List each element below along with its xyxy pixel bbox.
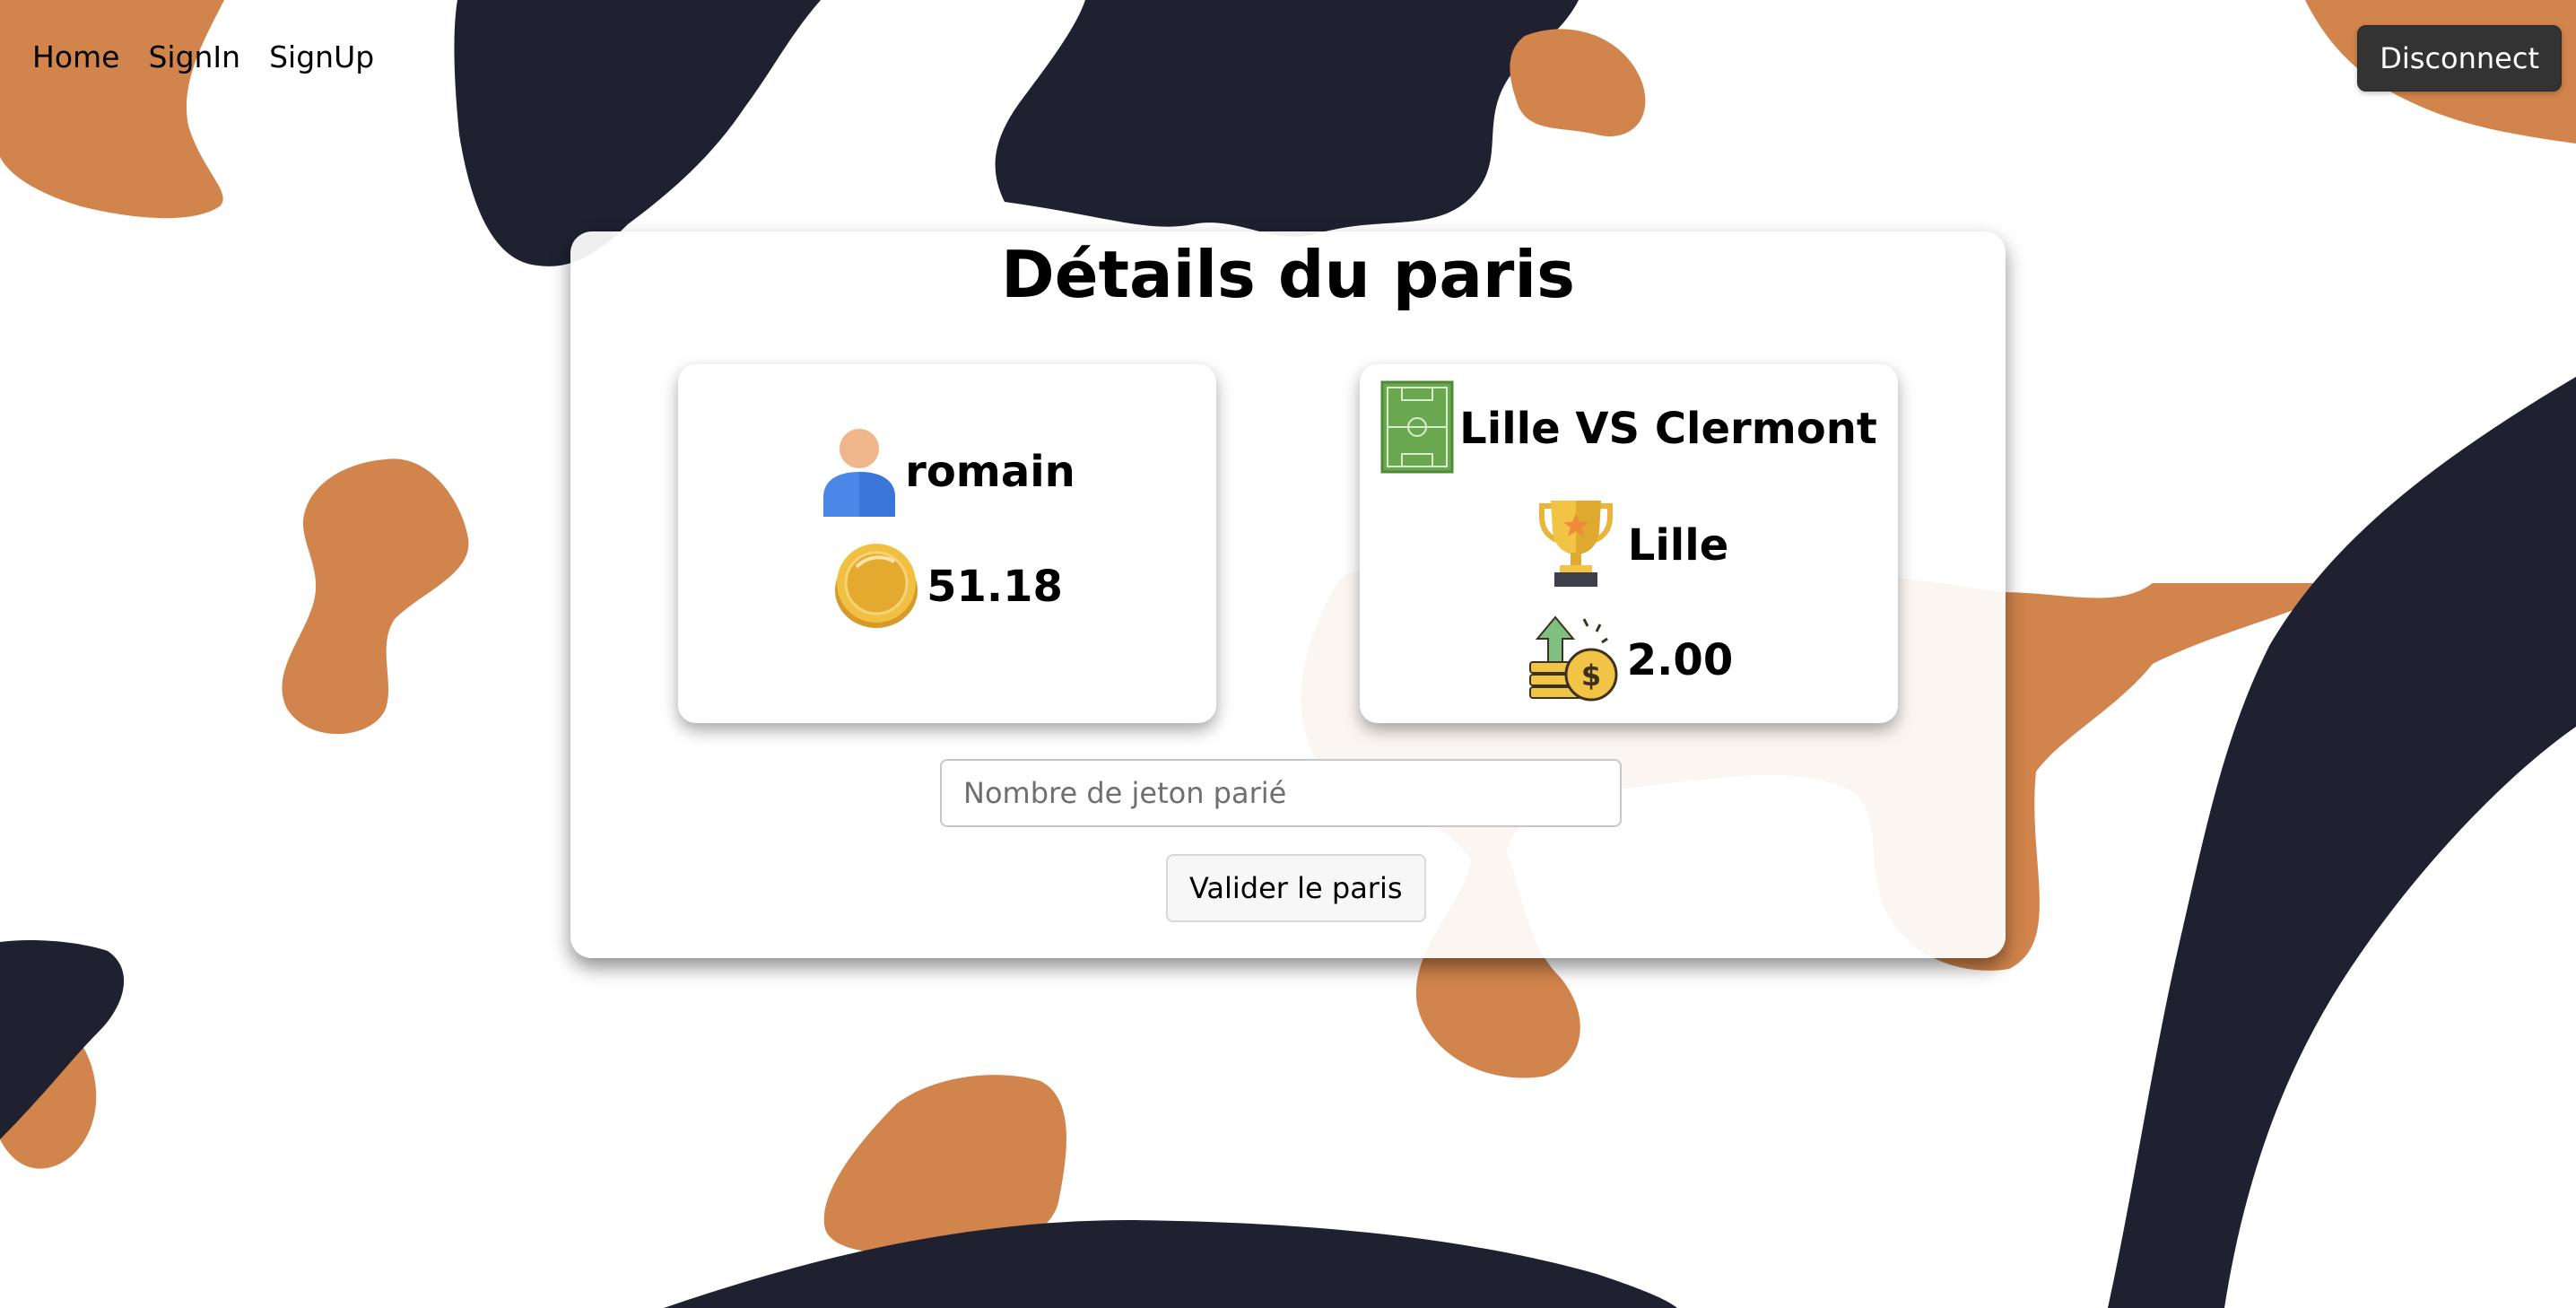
nav-links: Home SignIn SignUp [32, 38, 374, 77]
gold-coin-icon [831, 540, 921, 633]
validate-bet-button[interactable]: Valider le paris [1166, 854, 1426, 922]
user-card: romain 51.18 [678, 364, 1216, 723]
balance-text: 51.18 [927, 562, 1063, 612]
bet-details-panel: Détails du paris romain 51.18 Lille VS C… [570, 231, 2006, 958]
football-field-icon [1380, 380, 1454, 477]
nav-link-home[interactable]: Home [32, 38, 119, 77]
svg-text:$: $ [1581, 658, 1601, 693]
trophy-icon [1529, 497, 1623, 594]
disconnect-button[interactable]: Disconnect [2357, 25, 2562, 92]
odds-row: $ 2.00 [1360, 612, 1898, 709]
winner-text: Lille [1627, 520, 1729, 571]
odds-text: 2.00 [1626, 635, 1734, 685]
bet-amount-input[interactable] [940, 759, 1622, 827]
balance-row: 51.18 [678, 540, 1216, 633]
username-row: romain [678, 423, 1216, 520]
top-nav: Home SignIn SignUp Disconnect [0, 0, 2576, 117]
nav-link-signup[interactable]: SignUp [269, 38, 374, 77]
blob-navy-right [2108, 377, 2576, 1308]
user-avatar-icon [819, 423, 900, 520]
money-growth-icon: $ [1525, 612, 1622, 709]
match-row: Lille VS Clermont [1360, 380, 1898, 477]
winner-row: Lille [1360, 497, 1898, 594]
blob-navy-bottom [664, 1220, 1677, 1308]
match-card: Lille VS Clermont Lille $ 2.00 [1360, 364, 1898, 723]
blob-orange-left [282, 458, 469, 735]
username-text: romain [905, 447, 1075, 497]
match-text: Lille VS Clermont [1459, 404, 1877, 454]
nav-link-signin[interactable]: SignIn [148, 38, 240, 77]
page-title: Détails du paris [1001, 237, 1575, 312]
